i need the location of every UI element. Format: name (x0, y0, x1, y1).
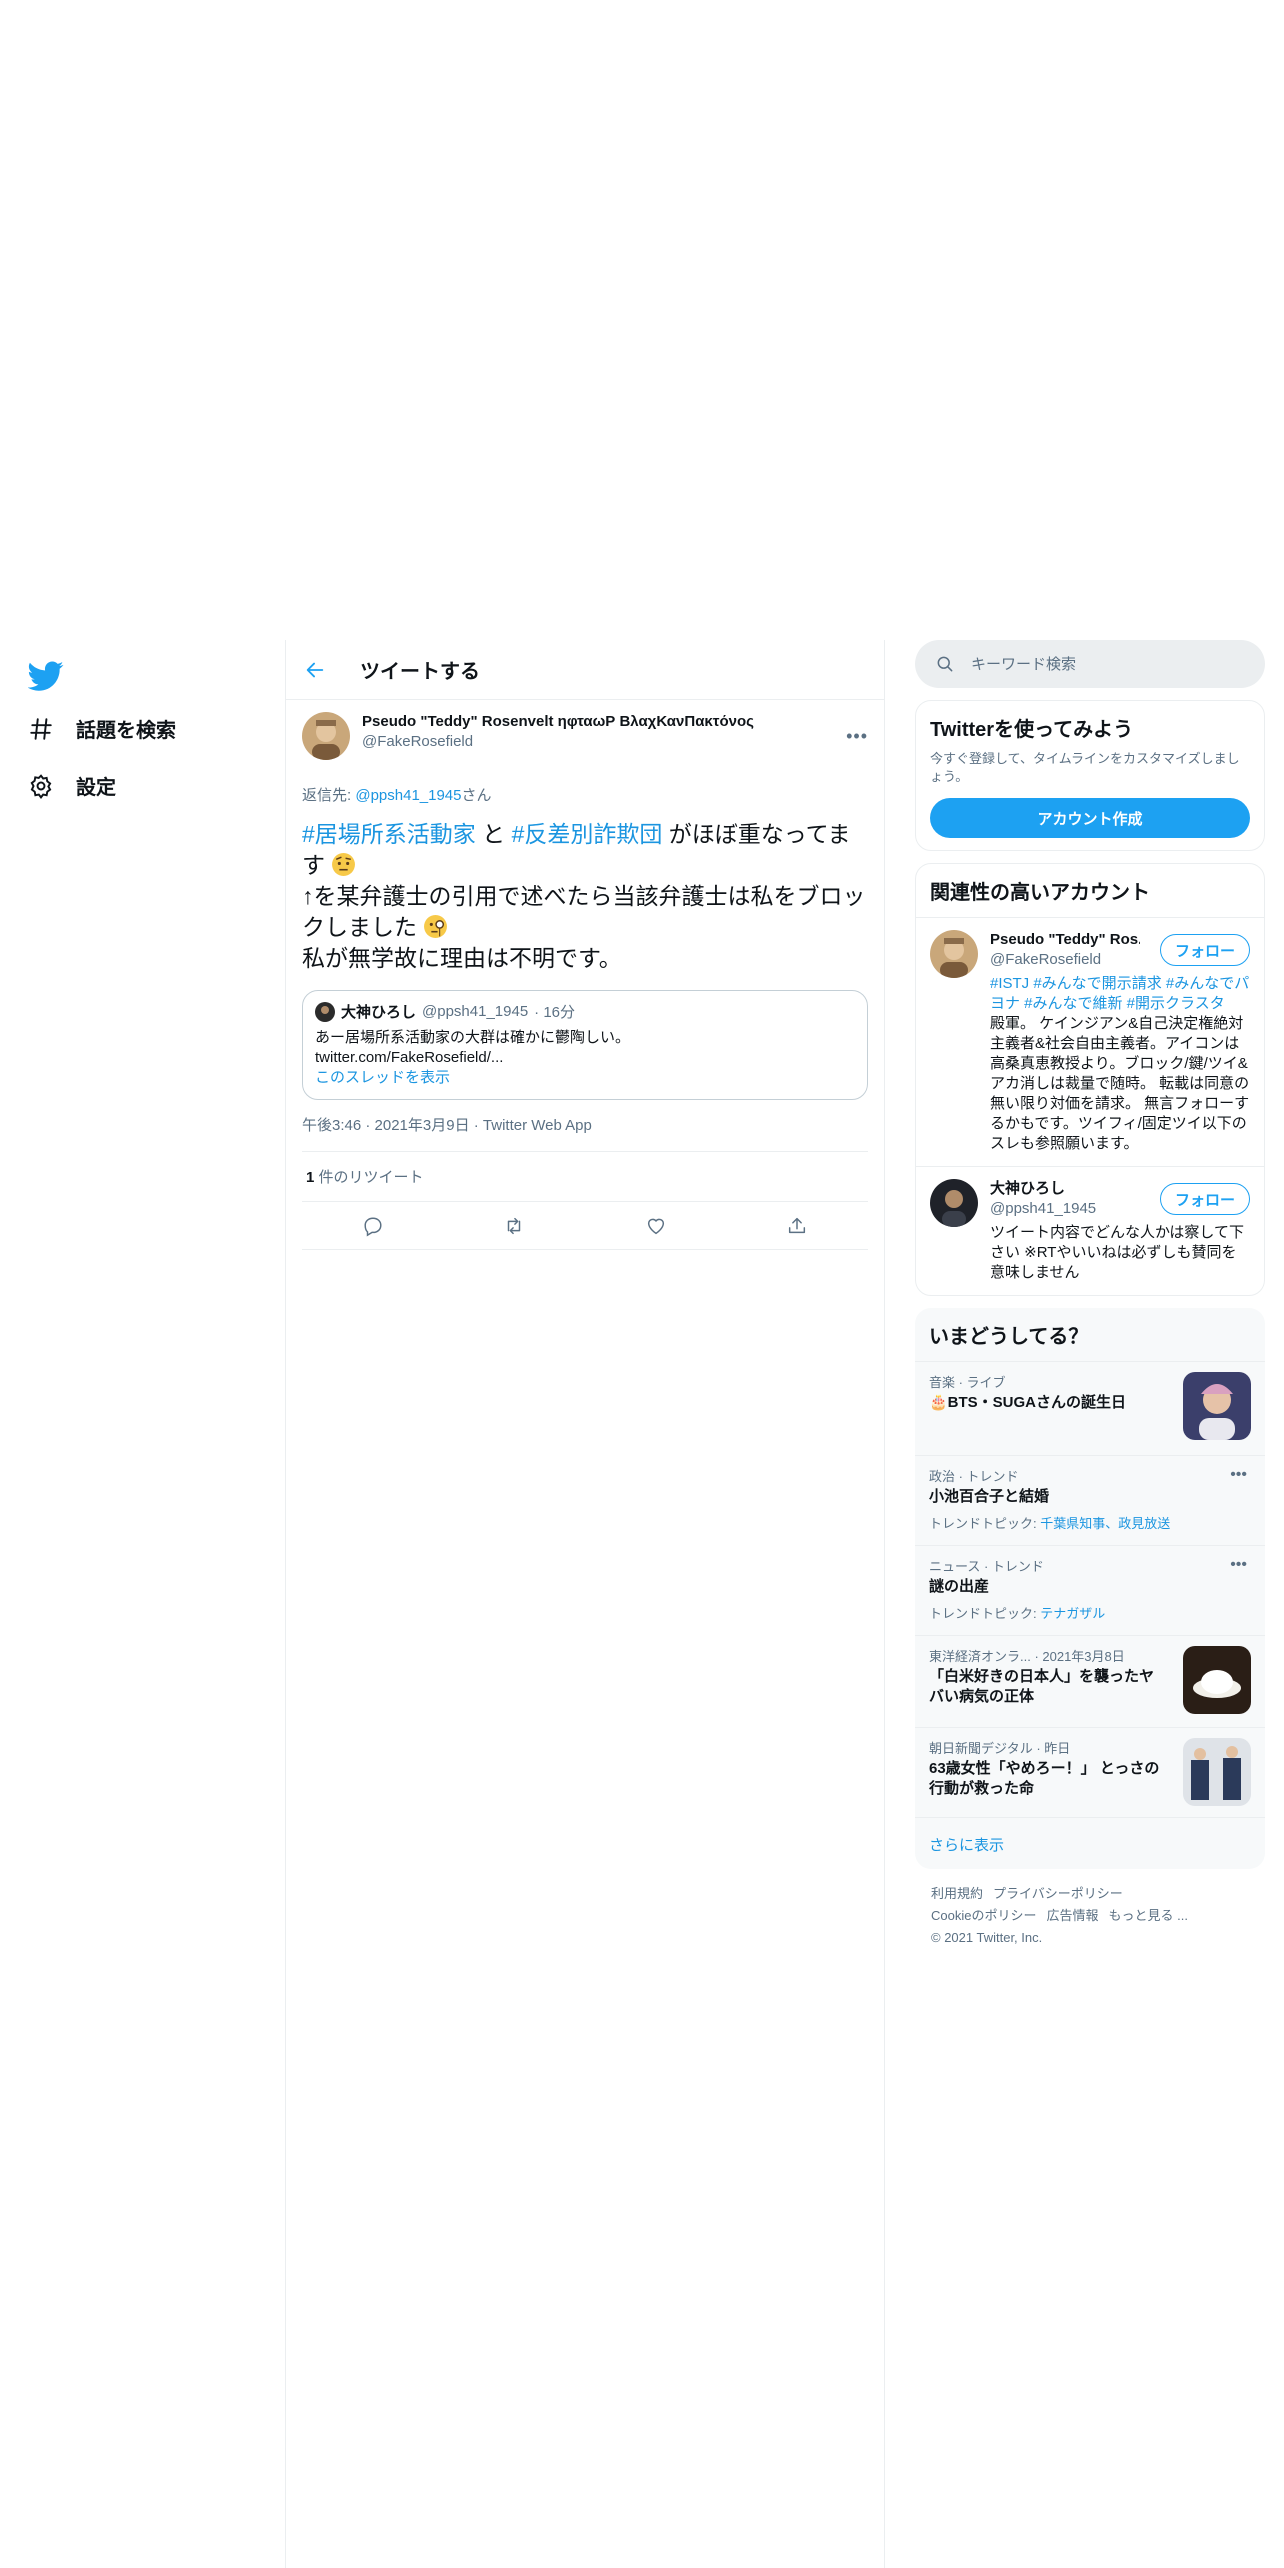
tweet-text: #居場所系活動家 と #反差別詐欺団 がほぼ重なってます ↑を某弁護士の引用で述… (302, 819, 868, 974)
more-options-icon[interactable]: ••• (1230, 1556, 1247, 1574)
copyright: © 2021 Twitter, Inc. (931, 1930, 1043, 1945)
show-more-link[interactable]: さらに表示 (915, 1817, 1265, 1869)
avatar (315, 1001, 335, 1022)
back-arrow-icon[interactable] (304, 659, 326, 681)
account-name[interactable]: Pseudo "Teddy" Ros... (990, 930, 1140, 950)
like-icon[interactable] (645, 1215, 667, 1237)
author-handle[interactable]: @FakeRosefield (362, 732, 754, 752)
show-more-label[interactable]: さらに表示 (929, 1837, 1004, 1854)
trend-item[interactable]: ニュース · トレンド ••• 謎の出産 トレンドトピック: テナガザル (915, 1545, 1265, 1635)
footer: 利用規約 プライバシーポリシー Cookieのポリシー 広告情報 もっと見る ... … (915, 1869, 1265, 1963)
search-icon (937, 656, 953, 672)
nav-explore-label: 話題を検索 (76, 720, 176, 742)
raised-eyebrow-face-icon (332, 853, 356, 876)
news-image (1183, 1646, 1251, 1714)
account-bio: ツイート内容でどんな人かは察して下さい ※RTやいいねは必ずしも賛同を意味しませ… (990, 1224, 1244, 1281)
footer-link[interactable]: 広告情報 (1046, 1908, 1098, 1923)
nav-settings[interactable]: 設定 (28, 771, 116, 800)
account-bio: 殿軍。 ケインジアン&自己決定権絶対主義者&社会自由主義者。アイコンは高桑真恵教… (990, 1015, 1250, 1152)
more-options-icon[interactable]: ••• (1230, 1466, 1247, 1484)
trend-context: ニュース · トレンド (929, 1559, 1044, 1574)
monocle-face-icon (424, 915, 448, 938)
signup-title: Twitterを使ってみよう (930, 719, 1134, 741)
reply-to: 返信先: @ppsh41_1945さん (302, 784, 868, 805)
quote-text-line: twitter.com/FakeRosefield/... (315, 1049, 504, 1066)
quote-time: · 16分 (534, 1004, 576, 1021)
trend-sub-label: トレンドトピック: (929, 1516, 1041, 1531)
hashtag-link[interactable]: #反差別詐欺団 (512, 821, 663, 847)
create-account-button[interactable]: アカウント作成 (930, 798, 1250, 838)
main-column: ツイートする ••• Pseudo "Teddy" Rosenvelt ηφτα… (285, 640, 885, 2568)
tweet-actions (302, 1202, 868, 1250)
tweet-author[interactable]: Pseudo "Teddy" Rosenvelt ηφταωΡ ΒλαχΚανΠ… (302, 712, 868, 760)
hashtag-icon (30, 717, 52, 740)
quote-text-line: あー居場所系活動家の大群は確かに鬱陶しい。 (315, 1029, 631, 1046)
tweet-text-fragment: と (475, 821, 512, 847)
quoted-tweet[interactable]: 大神ひろし @ppsh41_1945 · 16分 あー居場所系活動家の大群は確か… (302, 990, 868, 1100)
show-thread-link[interactable]: このスレッドを表示 (315, 1069, 450, 1086)
related-accounts-card: 関連性の高いアカウント Pseudo "Teddy" Ros... @FakeR… (915, 863, 1265, 1296)
more-options-icon[interactable]: ••• (846, 726, 868, 747)
tweet-meta[interactable]: 午後3:46 · 2021年3月9日 · Twitter Web App (302, 1114, 868, 1152)
related-title: 関連性の高いアカウント (930, 882, 1150, 904)
quote-author-handle: @ppsh41_1945 (422, 1003, 529, 1020)
account-item[interactable]: 大神ひろし @ppsh41_1945 ツイート内容でどんな人かは察して下さい ※… (916, 1166, 1264, 1295)
search-input[interactable] (969, 654, 1229, 674)
avatar[interactable] (930, 930, 978, 978)
page-header: ツイートする (286, 640, 884, 700)
follow-button[interactable]: フォロー (1160, 934, 1250, 966)
page-title: ツイートする (360, 661, 480, 683)
trend-sub-label: トレンドトピック: (929, 1606, 1041, 1621)
share-icon[interactable] (786, 1215, 808, 1237)
avatar[interactable] (302, 712, 350, 760)
hashtag-link[interactable]: #居場所系活動家 (302, 821, 476, 847)
trends-card: いまどうしてる？ 音楽 · ライブ 🎂BTS・SUGAさんの誕生日 政治 · ト… (915, 1308, 1265, 1869)
gear-icon (30, 773, 52, 799)
reply-handle-link[interactable]: @ppsh41_1945 (355, 787, 461, 804)
reply-prefix: 返信先: (302, 787, 356, 804)
retweet-stats[interactable]: 1 件のリツイート (302, 1152, 868, 1202)
author-name[interactable]: Pseudo "Teddy" Rosenvelt ηφταωΡ ΒλαχΚανΠ… (362, 712, 754, 732)
retweet-label: 件のリツイート (314, 1169, 424, 1186)
signup-description: 今すぐ登録して、タイムラインをカスタマイズしましょう。 (930, 751, 1240, 784)
news-item[interactable]: 朝日新聞デジタル · 昨日 63歳女性「やめろー！」 とっさの行動が救った命 (915, 1727, 1265, 1817)
signup-card: Twitterを使ってみよう 今すぐ登録して、タイムラインをカスタマイズしましょ… (915, 700, 1265, 851)
retweet-icon[interactable] (503, 1215, 525, 1237)
tweet-text-fragment: ↑を某弁護士の引用で述べたら当該弁護士は私をブロックしました (302, 883, 866, 940)
nav-settings-label: 設定 (76, 777, 116, 799)
trend-item[interactable]: 音楽 · ライブ 🎂BTS・SUGAさんの誕生日 (915, 1361, 1265, 1455)
account-bio-tags[interactable]: #ISTJ #みんなで開示請求 #みんなでパヨナ #みんなで維新 #開示クラスタ (990, 974, 1250, 1014)
footer-link[interactable]: もっと見る ... (1108, 1908, 1187, 1923)
trend-topic-link[interactable]: 千葉県知事、政見放送 (1040, 1516, 1170, 1531)
trend-title: 小池百合子と結婚 (929, 1488, 1050, 1505)
tweet-text-fragment: 私が無学故に理由は不明です。 (302, 945, 622, 971)
twitter-logo-icon[interactable] (28, 658, 64, 694)
footer-link[interactable]: Cookieのポリシー (931, 1908, 1036, 1923)
reply-suffix: さん (461, 787, 492, 804)
trend-title: 謎の出産 (929, 1578, 990, 1595)
trends-title: いまどうしてる？ (929, 1326, 1089, 1348)
footer-link[interactable]: プライバシーポリシー (993, 1886, 1123, 1901)
tweet: ••• Pseudo "Teddy" Rosenvelt ηφταωΡ Βλαχ… (286, 712, 884, 1250)
sidebar: Twitterを使ってみよう 今すぐ登録して、タイムラインをカスタマイズしましょ… (915, 640, 1265, 1963)
news-item[interactable]: 東洋経済オンラ... · 2021年3月8日 「白米好きの日本人」を襲ったヤバい… (915, 1635, 1265, 1727)
follow-button[interactable]: フォロー (1160, 1183, 1250, 1215)
footer-link[interactable]: 利用規約 (931, 1886, 983, 1901)
trend-image (1183, 1372, 1251, 1440)
avatar[interactable] (930, 1179, 978, 1227)
search-box[interactable] (915, 640, 1265, 688)
reply-icon[interactable] (362, 1215, 384, 1237)
account-item[interactable]: Pseudo "Teddy" Ros... @FakeRosefield #IS… (916, 917, 1264, 1166)
trend-context: 政治 · トレンド (929, 1469, 1019, 1484)
nav-explore[interactable]: 話題を検索 (28, 714, 176, 743)
trend-item[interactable]: 政治 · トレンド ••• 小池百合子と結婚 トレンドトピック: 千葉県知事、政… (915, 1455, 1265, 1545)
news-image (1183, 1738, 1251, 1806)
quote-author-name: 大神ひろし (341, 1004, 417, 1021)
trend-topic-link[interactable]: テナガザル (1040, 1606, 1105, 1621)
